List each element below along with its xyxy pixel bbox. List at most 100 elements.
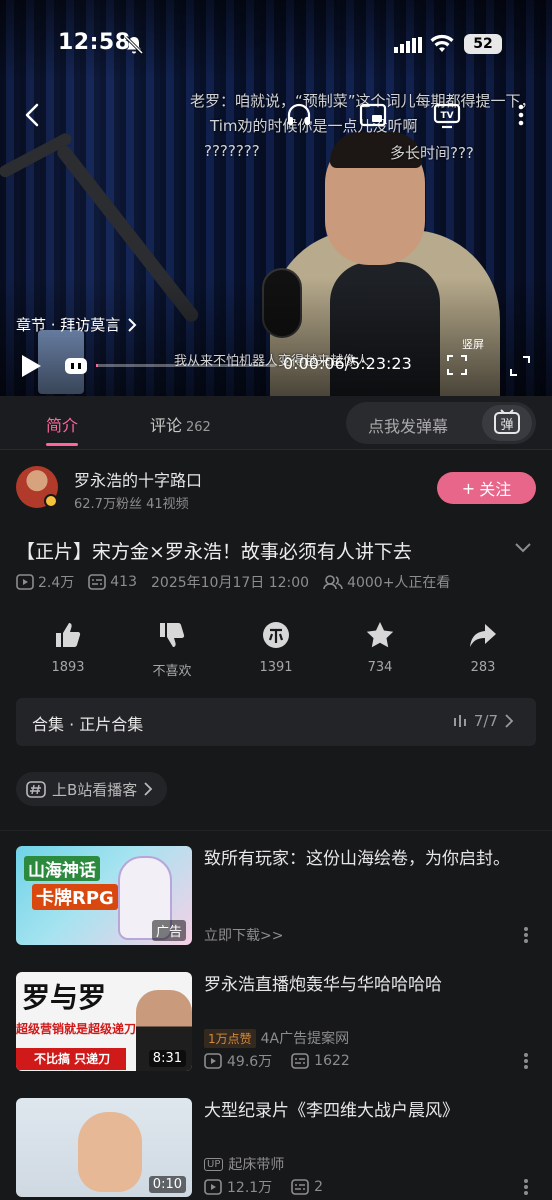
danmaku-line: ??????? xyxy=(204,142,260,160)
listen-mode-button[interactable] xyxy=(282,98,316,132)
ad-download-link[interactable]: 立即下载>> xyxy=(204,925,283,945)
ad-badge: 广告 xyxy=(151,920,186,941)
playback-time: 0:00:06/5:23:23 xyxy=(283,354,412,373)
more-options-button[interactable] xyxy=(524,927,528,943)
watching-count: 4000+人正在看 xyxy=(347,575,451,591)
danmaku-count-icon xyxy=(291,1053,309,1069)
comments-count: 262 xyxy=(186,420,211,435)
danmaku-count: 413 xyxy=(110,574,137,590)
views-icon xyxy=(16,574,34,590)
play-button[interactable] xyxy=(16,352,44,380)
tv-cast-icon: TV xyxy=(433,103,461,129)
danmaku-count: 1622 xyxy=(314,1053,350,1069)
favorite-button[interactable]: 734 xyxy=(345,620,415,675)
follow-button[interactable]: + 关注 xyxy=(437,472,536,504)
danmaku-count: 2 xyxy=(314,1179,324,1195)
podcast-button[interactable]: 上B站看播客 xyxy=(16,772,168,806)
recommendation-item[interactable]: 山海神话 卡牌RPG 广告 致所有玩家：这份山海绘卷，为你启封。 立即下载>> xyxy=(0,846,552,956)
headphones-icon xyxy=(287,103,311,125)
chapter-label: 章节 · 拜访莫言 xyxy=(16,316,121,334)
video-player[interactable]: 老罗：咱就说，“预制菜”这个词儿每期都得提一下， Tim劝的时候你是一点儿没听啊… xyxy=(0,0,552,396)
recommendation-stats-row: 49.6万 1622 xyxy=(204,1051,350,1071)
video-meta-row: 2.4万 413 2025年10月17日 12:00 4000+人正在看 xyxy=(16,572,450,592)
view-count: 49.6万 xyxy=(227,1054,273,1070)
svg-text:弹: 弹 xyxy=(500,418,513,433)
share-button[interactable]: 283 xyxy=(448,620,518,675)
up-name: 起床带师 xyxy=(228,1157,285,1173)
ad-cta: 立即下载>> xyxy=(204,928,284,944)
status-bar: 12:58 52 xyxy=(0,0,552,80)
up-icon: UP xyxy=(204,1157,224,1171)
follow-label: 关注 xyxy=(479,480,512,499)
fullscreen-icon xyxy=(510,356,530,376)
view-count: 2.4万 xyxy=(38,575,75,591)
star-icon xyxy=(366,622,394,648)
thumb-banner: 不比搞 只递刀 xyxy=(16,1048,126,1070)
back-button[interactable] xyxy=(16,98,50,132)
collection-bar[interactable]: 合集 · 正片合集 7/7 xyxy=(16,698,536,746)
more-options-button[interactable] xyxy=(524,1053,528,1069)
danmaku-count-icon xyxy=(88,574,107,590)
portrait-mode-label: 竖屏 xyxy=(462,338,484,351)
tab-intro[interactable]: 简介 xyxy=(46,412,78,436)
views-icon xyxy=(204,1053,222,1069)
watching-icon xyxy=(323,575,343,590)
recommendation-title: 致所有玩家：这份山海绘卷，为你启封。 xyxy=(204,849,510,869)
publish-date: 2025年10月17日 12:00 xyxy=(151,575,310,591)
recommendation-item[interactable]: 0:10 大型纪录片《李四维大战户晨风》 UP 起床带师 12.1万 2 xyxy=(0,1098,552,1200)
thumb-title: 山海神话 xyxy=(24,856,100,881)
progress-bar[interactable] xyxy=(96,364,276,367)
like-count: 1893 xyxy=(51,660,85,675)
expand-chevron-icon[interactable] xyxy=(512,540,534,556)
thumb-subtitle: 卡牌RPG xyxy=(32,884,118,910)
favorite-count: 734 xyxy=(367,660,393,675)
recommendation-item[interactable]: 罗与罗 超级营销就是超级递刀 不比搞 只递刀 8:31 罗永浩直播炮轰华与华哈哈… xyxy=(0,972,552,1082)
danmaku-toggle-icon xyxy=(65,358,87,374)
tab-comments[interactable]: 评论 262 xyxy=(150,412,211,436)
coin-button[interactable]: 1391 xyxy=(241,620,311,675)
recommendation-title: 大型纪录片《李四维大战户晨风》 xyxy=(204,1101,459,1121)
status-time: 12:58 xyxy=(58,30,131,55)
share-arrow-icon xyxy=(470,624,496,647)
views-icon xyxy=(204,1179,222,1195)
thumbs-up-icon xyxy=(56,623,81,647)
danmaku-toggle[interactable] xyxy=(64,356,88,376)
fullscreen-button[interactable] xyxy=(508,354,532,378)
plus-icon: + xyxy=(461,478,476,498)
chapter-button[interactable]: 章节 · 拜访莫言 xyxy=(16,314,138,335)
danmaku-settings-button[interactable]: 弹 xyxy=(482,405,532,441)
verified-badge xyxy=(44,494,58,508)
cast-tv-button[interactable]: TV xyxy=(430,98,464,132)
more-options-button[interactable] xyxy=(504,98,538,132)
danmaku-placeholder: 点我发弹幕 xyxy=(368,417,449,436)
source-name: 4A广告提案网 xyxy=(260,1031,350,1047)
wifi-icon xyxy=(430,34,454,52)
danmaku-input[interactable]: 点我发弹幕 弹 xyxy=(346,402,536,444)
danmaku-count-icon xyxy=(291,1179,309,1195)
pip-icon xyxy=(359,103,387,127)
battery-indicator: 52 xyxy=(464,34,502,54)
uploader-stats: 62.7万粉丝 41视频 xyxy=(74,497,189,512)
svg-text:TV: TV xyxy=(440,111,453,121)
video-duration: 8:31 xyxy=(148,1050,186,1067)
section-divider xyxy=(0,830,552,831)
portrait-mode-button[interactable] xyxy=(446,354,468,376)
video-thumbnail: 罗与罗 超级营销就是超级递刀 不比搞 只递刀 8:31 xyxy=(16,972,192,1071)
video-thumbnail: 0:10 xyxy=(16,1098,192,1197)
collection-label: 合集 · 正片合集 xyxy=(32,715,144,734)
tab-active-indicator xyxy=(46,443,78,446)
progress-fill xyxy=(96,364,98,367)
dislike-button[interactable]: 不喜欢 xyxy=(137,620,207,679)
coin-count: 1391 xyxy=(259,660,293,675)
danmaku-line: 多长时间??? xyxy=(390,144,474,162)
hashtag-icon xyxy=(26,781,46,798)
cellular-signal-icon xyxy=(394,37,422,53)
video-title: 【正片】宋方金×罗永浩！故事必须有人讲下去 xyxy=(16,541,412,563)
uploader-name[interactable]: 罗永浩的十字路口 xyxy=(74,467,202,491)
danmaku-bubble-icon: 弹 xyxy=(494,409,520,434)
thumb-subtitle: 超级营销就是超级递刀 xyxy=(16,1022,137,1036)
more-options-button[interactable] xyxy=(524,1179,528,1195)
thumb-title: 罗与罗 xyxy=(22,981,107,1014)
picture-in-picture-button[interactable] xyxy=(356,98,390,132)
like-button[interactable]: 1893 xyxy=(33,620,103,675)
